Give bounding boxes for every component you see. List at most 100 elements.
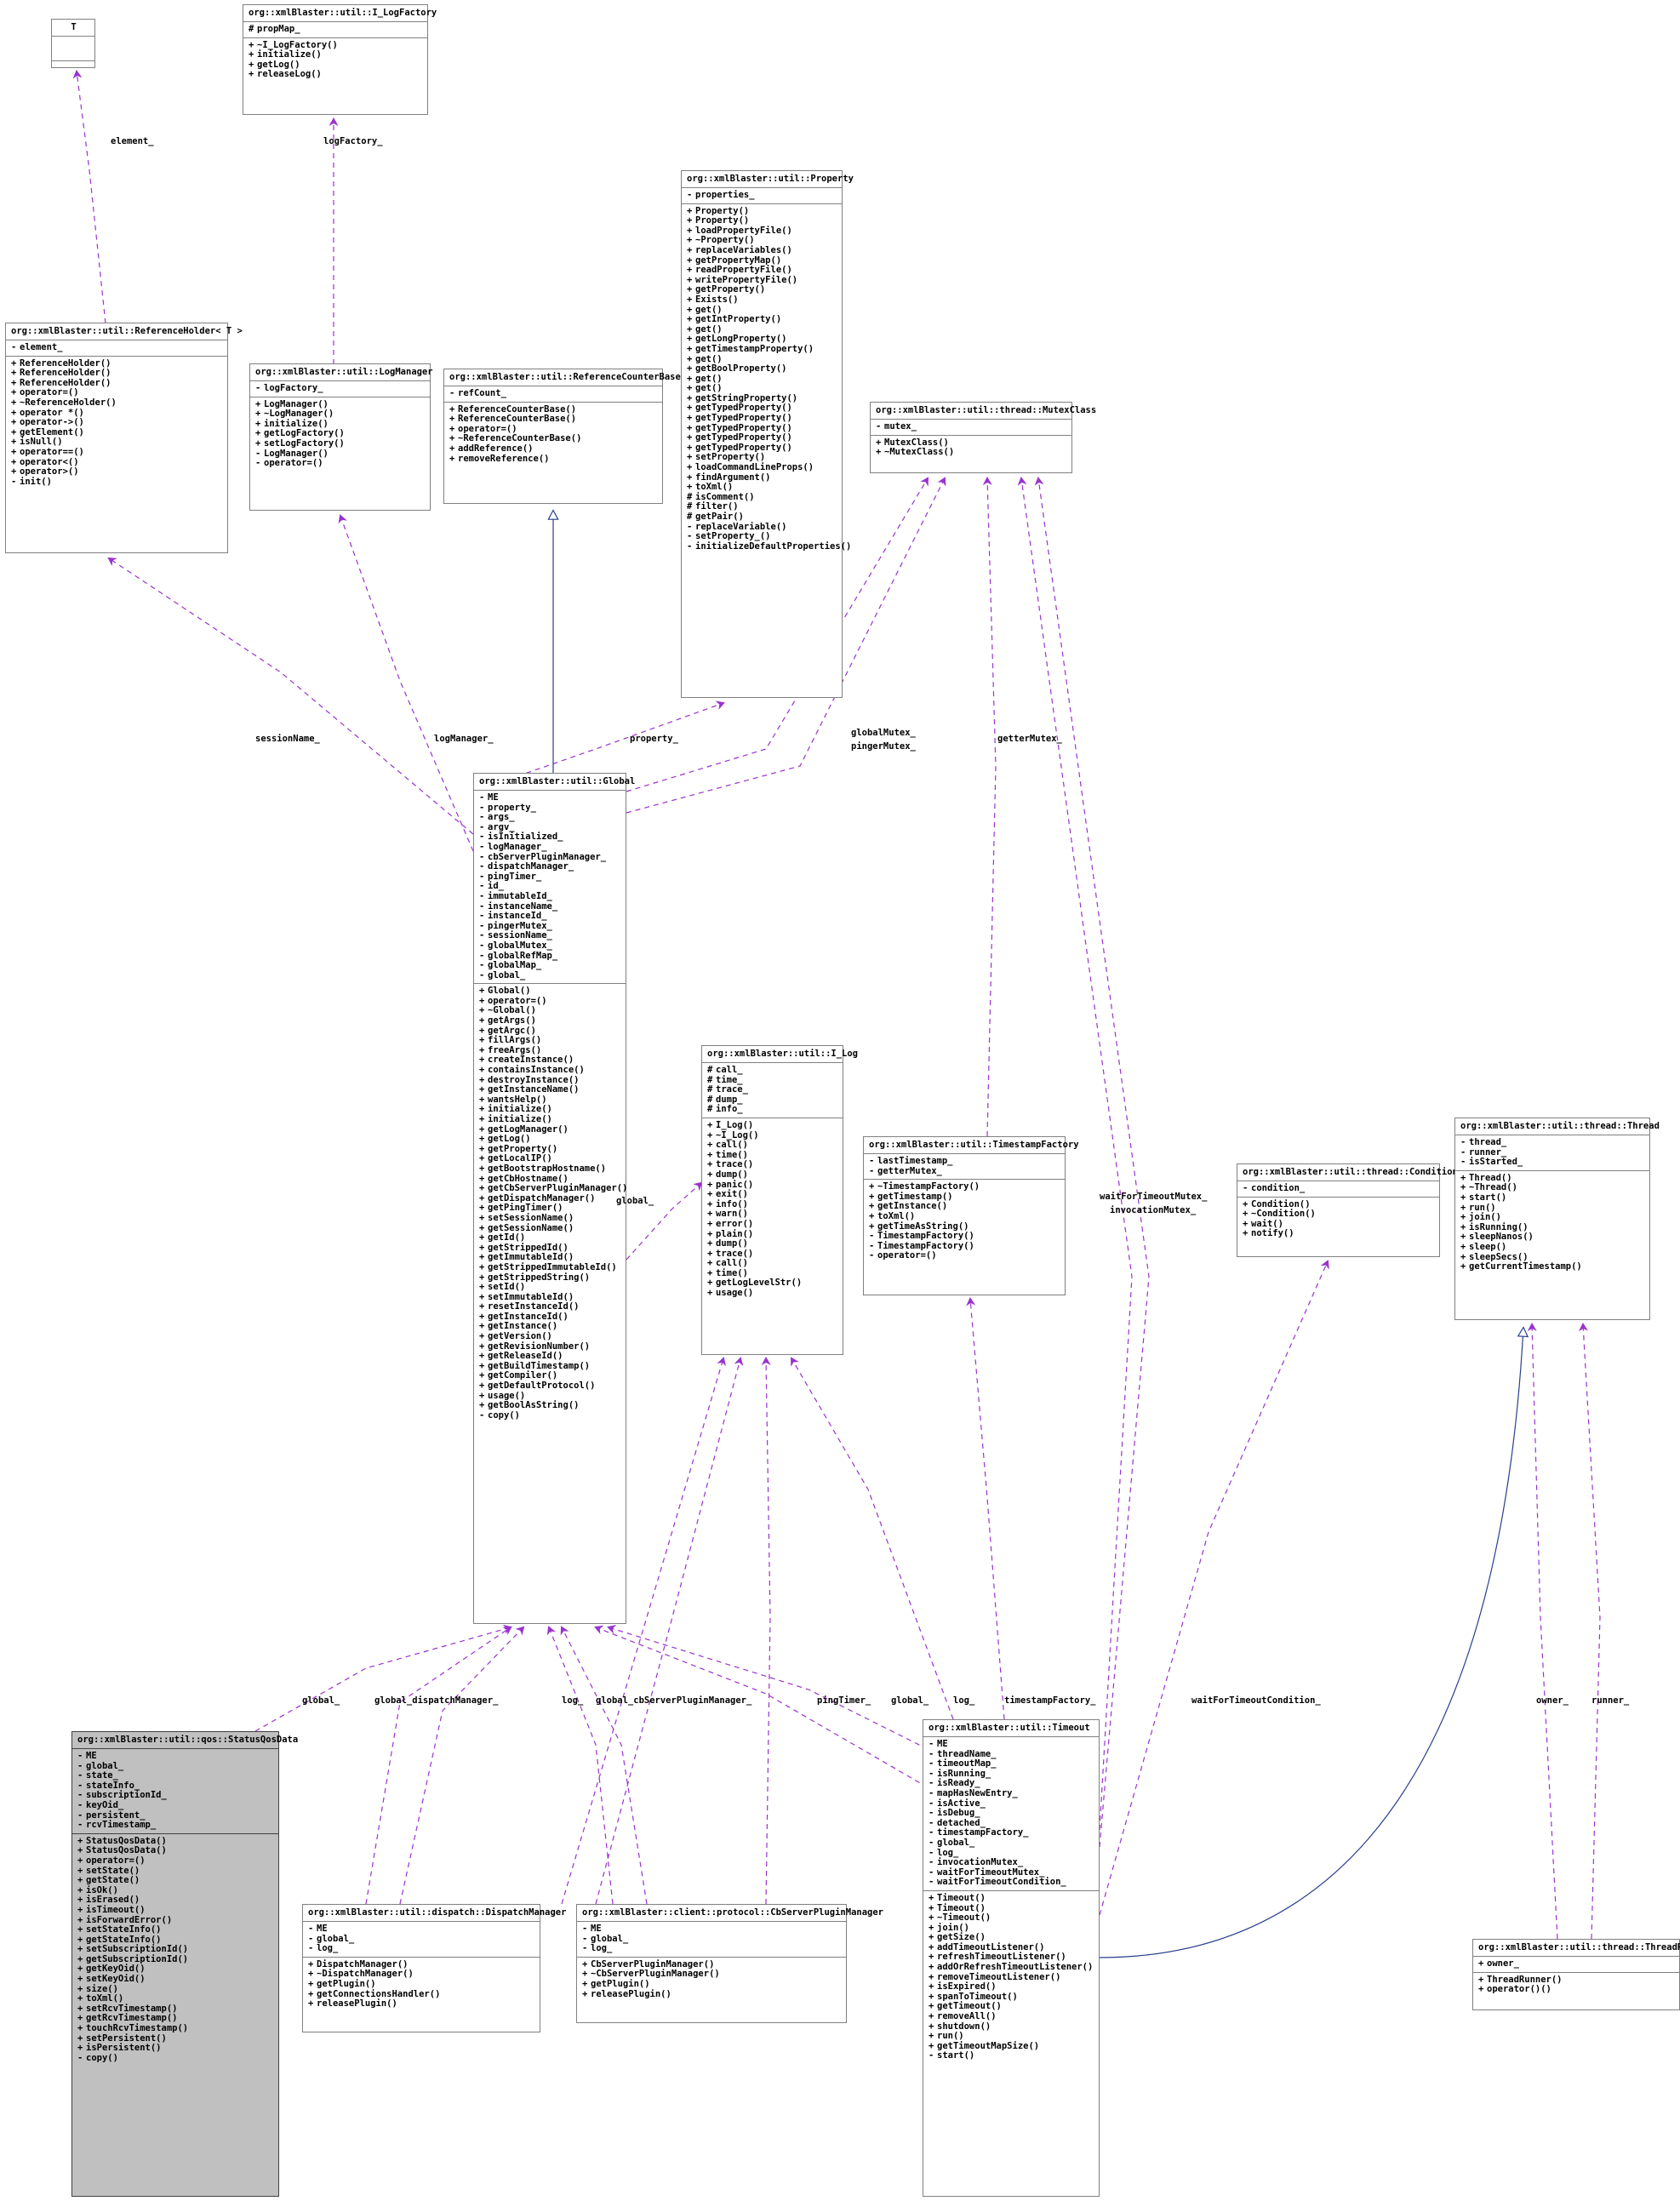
visibility-marker: - [77, 1820, 83, 1831]
diagram-canvas: globalMutex_ --> MutexClass --> pingerMu… [0, 0, 1680, 2201]
edge-label: global_ [302, 1695, 340, 1706]
member-label: getProperty() [488, 1143, 558, 1154]
member-label: I_Log() [716, 1119, 754, 1130]
member-label: isReady_ [937, 1778, 980, 1789]
visibility-marker: + [929, 1962, 934, 1973]
member-label: ReferenceCounterBase() [458, 403, 577, 414]
member-label: containsInstance() [488, 1065, 585, 1076]
member-label: trace() [716, 1159, 754, 1170]
member-label: ME [937, 1739, 948, 1749]
class-node-dispatchmanager[interactable]: org::xmlBlaster::util::dispatch::Dispatc… [302, 1904, 566, 2032]
visibility-marker: + [77, 2023, 83, 2034]
visibility-marker: - [449, 388, 455, 398]
visibility-marker: - [869, 1250, 875, 1261]
class-node-property[interactable]: org::xmlBlaster::util::Property - properti… [681, 170, 854, 698]
member-label: operator<() [20, 456, 79, 467]
member-label: threadName_ [937, 1748, 997, 1759]
member-label: isOk() [86, 1884, 118, 1895]
member-label: ReferenceHolder() [20, 357, 111, 369]
member-label: Thread() [1469, 1172, 1512, 1183]
visibility-marker: - [11, 476, 17, 487]
edge-label: invocationMutex_ [1110, 1205, 1197, 1215]
member-label: getBoolAsString() [488, 1400, 580, 1411]
member-label: getTimeAsString() [877, 1221, 969, 1232]
member-label: setSessionName() [488, 1212, 574, 1223]
member-label: size() [86, 1983, 118, 1994]
member-label: removeReference() [458, 453, 550, 464]
visibility-marker: + [929, 1912, 934, 1924]
field-section: - refCount_ [444, 386, 662, 402]
visibility-marker: - [77, 2052, 83, 2063]
member-label: operator=() [877, 1250, 937, 1261]
member-label: TimestampFactory() [877, 1231, 974, 1242]
class-node-referenceholder[interactable]: org::xmlBlaster::util::ReferenceHolder< … [5, 323, 243, 553]
visibility-marker: + [687, 413, 693, 424]
member-label: TimestampFactory() [877, 1240, 974, 1251]
member-label: isForwardError() [86, 1914, 173, 1925]
class-method: + releasePlugin() [582, 1989, 842, 2000]
member-label: ReferenceCounterBase() [458, 414, 577, 425]
class-node-timestampfactory[interactable]: org::xmlBlaster::util::TimestampFactory -… [863, 1136, 1079, 1295]
member-label: createInstance() [488, 1055, 574, 1066]
class-node-timeout[interactable]: org::xmlBlaster::util::Timeout - ME - thread… [923, 1719, 1100, 2197]
member-label: init() [20, 476, 52, 487]
member-label: getInstance() [488, 1321, 558, 1332]
class-node-threadrunner[interactable]: org::xmlBlaster::util::thread::ThreadRun… [1472, 1939, 1680, 2010]
member-label: getConnectionsHandler() [317, 1988, 441, 1999]
edge-label: getterMutex_ [997, 734, 1062, 744]
member-label: lastTimestamp_ [877, 1156, 953, 1166]
visibility-marker: - [929, 1857, 934, 1868]
class-node-mutexclass[interactable]: org::xmlBlaster::util::thread::MutexClas… [870, 402, 1096, 473]
member-label: readPropertyFile() [695, 265, 792, 276]
member-label: ~Property() [695, 235, 755, 246]
visibility-marker: - [929, 1877, 934, 1888]
member-label: getCurrentTimestamp() [1469, 1261, 1582, 1272]
member-label: sessionName_ [488, 930, 552, 941]
member-label: trace() [716, 1248, 754, 1259]
member-label: setProperty() [695, 452, 766, 463]
member-label: error() [716, 1218, 754, 1229]
member-label: getSessionName() [488, 1222, 574, 1233]
class-node-ilog[interactable]: org::xmlBlaster::util::I_Log # call_ # time_… [701, 1045, 858, 1355]
member-label: warn() [716, 1209, 748, 1220]
method-section: + ReferenceHolder() + ReferenceHolder() + Ref… [6, 355, 227, 490]
member-label: shutdown() [937, 2021, 991, 2032]
visibility-marker: + [687, 343, 693, 354]
class-node-statusqosdata[interactable]: org::xmlBlaster::util::qos::StatusQosDat… [71, 1731, 298, 2197]
class-node-logmanager[interactable]: org::xmlBlaster::util::LogManager - logFac… [249, 363, 433, 511]
class-title: org::xmlBlaster::util::LogManager [255, 367, 433, 377]
member-label: removeTimeoutListener() [937, 1971, 1061, 1982]
member-label: dump_ [716, 1094, 743, 1105]
visibility-marker: + [11, 417, 17, 428]
class-field: - waitForTimeoutCondition_ [929, 1878, 1094, 1888]
visibility-marker: + [479, 1261, 485, 1272]
member-label: getVersion() [488, 1331, 552, 1342]
member-label: get() [695, 373, 723, 384]
class-node-thread[interactable]: org::xmlBlaster::util::thread::Thread - th… [1454, 1118, 1660, 1320]
class-node-condition[interactable]: org::xmlBlaster::util::thread::Condition… [1237, 1163, 1458, 1257]
member-label: argv_ [488, 821, 515, 832]
member-label: ME [488, 792, 499, 803]
class-node-ilogfactory[interactable]: org::xmlBlaster::util::I_LogFactory # prop… [243, 4, 437, 115]
member-label: getPlugin() [591, 1978, 650, 1989]
member-label: waitForTimeoutMutex_ [937, 1867, 1045, 1878]
class-field: - isStarted_ [1460, 1157, 1645, 1168]
class-node-tparam[interactable]: T [51, 19, 95, 68]
class-node-referencecounterbase[interactable]: org::xmlBlaster::util::ReferenceCounterB… [443, 369, 681, 504]
visibility-marker: + [1460, 1241, 1466, 1252]
member-label: mapHasNewEntry_ [937, 1787, 1018, 1798]
member-label: getCbServerPluginManager() [488, 1183, 628, 1194]
member-label: ME [86, 1751, 97, 1761]
member-label: getKeyOid() [86, 1964, 146, 1975]
member-label: ~CbServerPluginManager() [591, 1969, 720, 1980]
member-label: getLocalIP() [488, 1153, 552, 1164]
class-node-cbserverpluginmanager[interactable]: org::xmlBlaster::client::protocol::CbSer… [576, 1904, 883, 2023]
visibility-marker: - [479, 890, 485, 901]
visibility-marker: + [929, 2011, 934, 2022]
member-label: getBuildTimestamp() [488, 1360, 591, 1371]
member-label: invocationMutex_ [937, 1857, 1024, 1868]
class-method: + notify() [1243, 1229, 1435, 1239]
class-node-global[interactable]: org::xmlBlaster::util::Global - ME - propert… [473, 773, 635, 1624]
member-label: start() [937, 2050, 975, 2061]
member-label: operator *() [20, 407, 84, 418]
